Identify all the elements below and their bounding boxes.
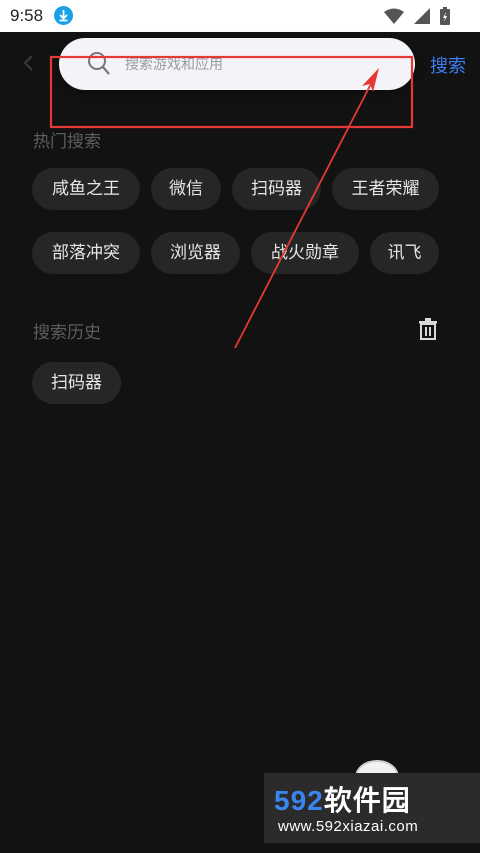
trash-icon[interactable] (418, 318, 438, 344)
watermark-logo-text: 软件园 (323, 785, 411, 816)
hot-search-title: 热门搜索 (33, 132, 101, 152)
search-history-title: 搜索历史 (33, 323, 101, 343)
download-icon (54, 6, 73, 25)
hot-search-tag[interactable]: 部落冲突 (32, 232, 140, 274)
search-icon (87, 51, 111, 81)
annotation-arrow-line (234, 73, 377, 349)
status-bar: 9:58 (0, 0, 480, 32)
battery-icon (440, 7, 450, 29)
watermark-url: www.592xiazai.com (278, 818, 419, 835)
search-bar[interactable] (59, 38, 415, 90)
wifi-icon (384, 8, 404, 28)
hot-search-tag[interactable]: 讯飞 (370, 232, 439, 274)
hot-search-tag[interactable]: 王者荣耀 (332, 168, 439, 210)
hot-search-tag[interactable]: 扫码器 (232, 168, 321, 210)
watermark-logo-number: 592 (274, 785, 324, 816)
hot-search-tag[interactable]: 浏览器 (151, 232, 240, 274)
hot-search-tag[interactable]: 咸鱼之王 (32, 168, 140, 210)
history-item[interactable]: 扫码器 (32, 362, 121, 404)
hot-search-tag[interactable]: 战火勋章 (251, 232, 359, 274)
hot-search-tag[interactable]: 微信 (151, 168, 221, 210)
status-time: 9:58 (10, 6, 44, 25)
watermark: 592软件园 www.592xiazai.com (264, 773, 480, 843)
search-button[interactable]: 搜索 (430, 52, 466, 78)
back-arrow-icon[interactable] (22, 52, 36, 74)
cell-signal-icon (414, 8, 430, 28)
watermark-logo: 592软件园 (274, 779, 411, 819)
search-input[interactable] (123, 51, 397, 79)
